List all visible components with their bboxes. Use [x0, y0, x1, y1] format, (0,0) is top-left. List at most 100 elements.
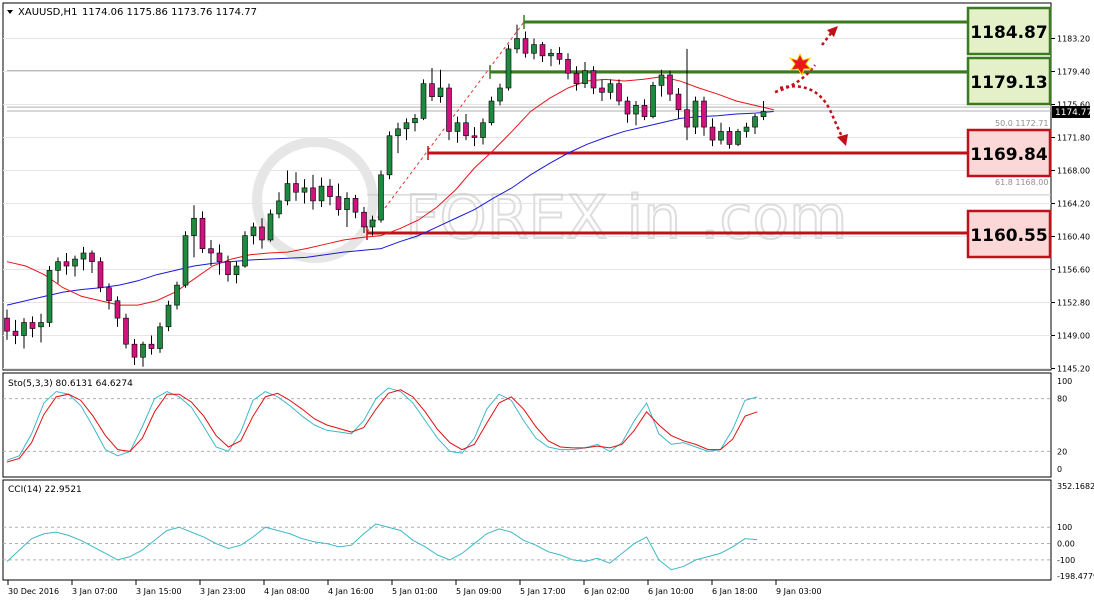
s2-level-value: 1160.55 [970, 226, 1047, 246]
level-boxes: 1184.87 1179.13 1169.84 1160.55 [966, 6, 1052, 259]
candle-body [191, 217, 197, 236]
time-tick-label: 5 Jan 17:00 [520, 587, 566, 596]
candle-body [318, 185, 325, 202]
time-tick-label: 6 Jan 18:00 [712, 587, 758, 596]
candle-body [369, 219, 376, 228]
candle-body [21, 322, 27, 336]
candle-body [480, 122, 486, 138]
time-tick-label: 6 Jan 02:00 [584, 587, 630, 596]
candle-body [437, 87, 444, 97]
candle-body [760, 111, 767, 117]
candle-body [242, 235, 248, 267]
candle-body [590, 70, 597, 89]
r1-level-value: 1179.13 [970, 73, 1047, 93]
candle-body [505, 48, 512, 89]
candle-body [412, 118, 418, 124]
candle-body [310, 187, 316, 202]
candle-body [148, 343, 155, 349]
cci-axis-label: 352.1682 [1057, 482, 1094, 491]
candle-body [123, 317, 129, 345]
candle-body [199, 217, 206, 249]
candle-body [454, 122, 461, 132]
candle-body [4, 317, 10, 332]
candle-body [97, 261, 104, 289]
candle-body [344, 197, 350, 210]
price-tick-label: 1164.20 [1057, 200, 1090, 209]
candle-body [735, 131, 741, 145]
time-tick-label: 3 Jan 07:00 [72, 587, 118, 596]
stoch-label: Sto(5,3,3) 80.6131 64.6274 [8, 379, 133, 389]
cci-axis-label: -198.4779 [1057, 572, 1094, 581]
candle-body [72, 258, 78, 267]
candle-body [114, 300, 121, 319]
price-tick-label: 1160.40 [1057, 233, 1090, 242]
candle-body [276, 200, 282, 215]
chart-canvas: FOREX in .com XAUUSD,H1 1174.06 1175.86 … [2, 2, 1094, 596]
candle-body [607, 83, 614, 93]
candle-body [361, 211, 367, 228]
candle-body [38, 322, 44, 328]
candle-body [701, 100, 707, 128]
time-tick-label: 9 Jan 03:00 [776, 587, 822, 596]
chart-window: FOREX in .com XAUUSD,H1 1174.06 1175.86 … [0, 0, 1094, 605]
price-tick-label: 1171.80 [1057, 134, 1090, 143]
candle-body [548, 52, 554, 57]
candle-body [692, 100, 699, 128]
candle-body [293, 183, 299, 193]
candle-body [624, 100, 631, 115]
candle-body [463, 122, 469, 137]
watermark-text: FOREX in .com [405, 183, 848, 253]
candle-body [182, 235, 189, 286]
candle-body [89, 252, 95, 262]
candle-body [420, 83, 427, 119]
price-tick-label: 1152.80 [1057, 299, 1090, 308]
candle-body [63, 261, 70, 267]
current-price-label: 1174.77 [1055, 108, 1092, 118]
candle-body [80, 252, 87, 260]
stoch-axis-label: 0 [1057, 465, 1062, 474]
candle-body [46, 270, 53, 323]
candle-body [267, 213, 274, 241]
time-tick-label: 30 Dec 2016 [8, 587, 59, 596]
cci-axis-label: 100 [1057, 523, 1072, 532]
candle-body [675, 93, 682, 111]
candle-body [106, 287, 112, 302]
candle-body [250, 226, 257, 236]
candle-body [650, 85, 656, 117]
candle-body [752, 116, 758, 128]
price-tick-label: 1156.60 [1057, 266, 1090, 275]
candle-body [233, 265, 240, 276]
candle-body [446, 87, 452, 132]
cci-pane-frame [2, 479, 1052, 581]
candle-body [165, 304, 172, 328]
stoch-axis-label: 100 [1057, 377, 1072, 386]
candle-body [29, 322, 36, 329]
candle-body [684, 109, 690, 128]
candle-body [582, 70, 588, 84]
candle-body [497, 87, 503, 102]
price-tick-label: 1168.00 [1057, 167, 1090, 176]
candle-body [726, 131, 733, 145]
candle-body [599, 87, 605, 93]
fibo-61-label: 61.8 1168.00 [995, 178, 1048, 187]
candle-body [667, 74, 673, 95]
cci-axis-label: 0.00 [1057, 540, 1075, 549]
candle-body [55, 261, 61, 271]
candle-body [403, 122, 410, 130]
candle-body [157, 326, 163, 349]
time-tick-label: 5 Jan 09:00 [456, 587, 502, 596]
candle-body [131, 343, 138, 358]
candle-body [395, 128, 401, 137]
candle-body [718, 131, 724, 141]
time-tick-label: 5 Jan 01:00 [392, 587, 438, 596]
candle-body [429, 83, 435, 97]
time-tick-label: 4 Jan 08:00 [264, 587, 310, 596]
stoch-axis-label: 20 [1057, 447, 1067, 456]
candle-body [565, 59, 571, 74]
candle-body [471, 135, 478, 138]
price-axis: 1183.201179.401175.601171.801168.001164.… [1051, 35, 1090, 374]
candle-body [12, 330, 19, 336]
time-tick-label: 3 Jan 23:00 [200, 587, 246, 596]
time-tick-label: 3 Jan 15:00 [136, 587, 182, 596]
candle-body [378, 174, 384, 221]
